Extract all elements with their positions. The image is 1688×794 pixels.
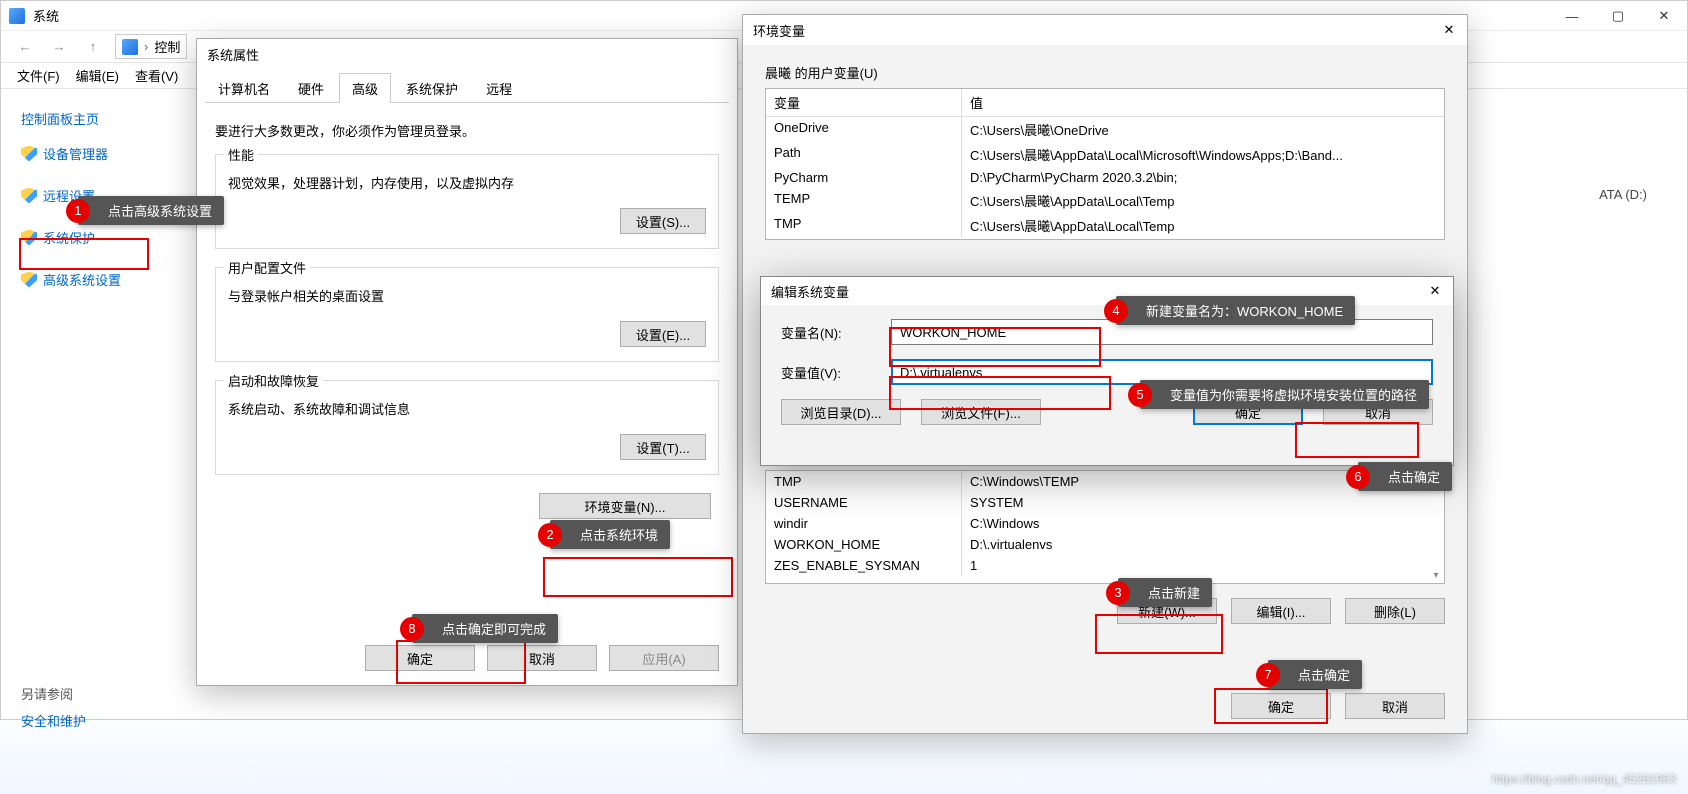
table-row: TMPC:\Users\晨曦\AppData\Local\Temp [766, 213, 1444, 238]
chevron-down-icon[interactable]: ▾ [1430, 569, 1442, 581]
sys-vars-list[interactable]: TMPC:\Windows\TEMP USERNAMESYSTEM windir… [765, 470, 1445, 584]
forward-icon[interactable]: → [47, 35, 71, 59]
group-performance: 性能 视觉效果，处理器计划，内存使用，以及虚拟内存 设置(S)... [215, 154, 719, 249]
edit-button[interactable]: 编辑(I)... [1231, 598, 1331, 624]
sysprops-ok-button[interactable]: 确定 [365, 645, 475, 671]
col-value: 值 [962, 89, 1444, 116]
system-left-pane: 控制面板主页 设备管理器 远程设置 系统保护 高级系统设置 另请参阅 安全和维护 [1, 91, 201, 719]
shield-icon [21, 188, 37, 204]
startup-desc: 系统启动、系统故障和调试信息 [228, 399, 706, 418]
tab-remote[interactable]: 远程 [473, 73, 525, 103]
admin-note: 要进行大多数更改，你必须作为管理员登录。 [215, 121, 719, 140]
system-icon [9, 8, 25, 24]
control-panel-home[interactable]: 控制面板主页 [21, 109, 181, 128]
back-icon[interactable]: ← [13, 35, 37, 59]
sys-vars-buttons: 新建(W)... 编辑(I)... 删除(L) [765, 598, 1445, 624]
callout-3: 3点击新建 [1118, 578, 1212, 607]
profile-settings-button[interactable]: 设置(E)... [620, 321, 706, 347]
menu-view[interactable]: 查看(V) [129, 64, 184, 87]
close-icon[interactable]: ✕ [1427, 283, 1443, 299]
table-row: OneDriveC:\Users\晨曦\OneDrive [766, 117, 1444, 142]
menu-file[interactable]: 文件(F) [11, 64, 66, 87]
system-properties-dialog: 系统属性 计算机名 硬件 高级 系统保护 远程 要进行大多数更改，你必须作为管理… [196, 38, 738, 686]
close-button[interactable]: ✕ [1641, 1, 1687, 31]
up-icon[interactable]: ↑ [81, 35, 105, 59]
address-text: 控制 [154, 37, 180, 56]
callout-5: 5变量值为你需要将虚拟环境安装位置的路径 [1140, 380, 1429, 409]
profile-desc: 与登录帐户相关的桌面设置 [228, 286, 706, 305]
watermark: https://blog.csdn.net/qq_45261963 [1492, 772, 1676, 786]
startup-settings-button[interactable]: 设置(T)... [620, 434, 706, 460]
callout-1: 1点击高级系统设置 [78, 196, 224, 225]
maximize-button[interactable]: ▢ [1595, 1, 1641, 31]
sysprops-apply-button[interactable]: 应用(A) [609, 645, 719, 671]
perf-legend: 性能 [224, 145, 258, 164]
table-row: PyCharmD:\PyCharm\PyCharm 2020.3.2\bin; [766, 167, 1444, 188]
tab-computer-name[interactable]: 计算机名 [205, 73, 283, 103]
envdlg-cancel-button[interactable]: 取消 [1345, 693, 1445, 719]
callout-2: 2点击系统环境 [550, 520, 670, 549]
table-row: windirC:\Windows [766, 513, 1444, 534]
system-protection-link[interactable]: 系统保护 [43, 228, 95, 247]
tab-protection[interactable]: 系统保护 [393, 73, 471, 103]
col-variable: 变量 [766, 89, 962, 116]
user-vars-list[interactable]: 变量 值 OneDriveC:\Users\晨曦\OneDrive PathC:… [765, 88, 1445, 240]
callout-4: 4新建变量名为：WORKON_HOME [1116, 296, 1355, 325]
perf-desc: 视觉效果，处理器计划，内存使用，以及虚拟内存 [228, 173, 706, 192]
envdlg-title-bar: 环境变量 ✕ [743, 15, 1467, 45]
table-row: TEMPC:\Users\晨曦\AppData\Local\Temp [766, 188, 1444, 213]
advanced-system-settings-link[interactable]: 高级系统设置 [43, 270, 121, 289]
minimize-button[interactable]: — [1549, 1, 1595, 31]
tab-advanced[interactable]: 高级 [339, 73, 391, 103]
device-manager-link[interactable]: 设备管理器 [43, 144, 108, 163]
drive-hint: ATA (D:) [1599, 187, 1647, 202]
sysprops-cancel-button[interactable]: 取消 [487, 645, 597, 671]
tab-hardware[interactable]: 硬件 [285, 73, 337, 103]
pc-icon [122, 39, 138, 55]
envdlg-ok-button[interactable]: 确定 [1231, 693, 1331, 719]
callout-6: 6点击确定 [1358, 462, 1452, 491]
group-profile: 用户配置文件 与登录帐户相关的桌面设置 设置(E)... [215, 267, 719, 362]
browse-dir-button[interactable]: 浏览目录(D)... [781, 399, 901, 425]
startup-legend: 启动和故障恢复 [224, 371, 323, 390]
perf-settings-button[interactable]: 设置(S)... [620, 208, 706, 234]
menu-edit[interactable]: 编辑(E) [70, 64, 125, 87]
editdlg-title: 编辑系统变量 [771, 282, 849, 301]
sysprops-tabs: 计算机名 硬件 高级 系统保护 远程 [205, 73, 729, 103]
user-vars-label: 晨曦 的用户变量(U) [765, 63, 1467, 82]
shield-icon [21, 272, 37, 288]
envdlg-title: 环境变量 [753, 21, 805, 40]
callout-8: 8点击确定即可完成 [412, 614, 558, 643]
address-box[interactable]: › 控制 [115, 34, 187, 59]
close-icon[interactable]: ✕ [1441, 22, 1457, 38]
table-row: ZES_ENABLE_SYSMAN1 [766, 555, 1444, 576]
shield-icon [21, 146, 37, 162]
sysprops-title: 系统属性 [197, 39, 737, 69]
system-title: 系统 [33, 6, 59, 25]
var-name-label: 变量名(N): [781, 323, 891, 342]
var-value-label: 变量值(V): [781, 363, 891, 382]
table-row: PathC:\Users\晨曦\AppData\Local\Microsoft\… [766, 142, 1444, 167]
env-vars-button[interactable]: 环境变量(N)... [539, 493, 711, 519]
shield-icon [21, 230, 37, 246]
browse-file-button[interactable]: 浏览文件(F)... [921, 399, 1041, 425]
callout-7: 7点击确定 [1268, 660, 1362, 689]
profile-legend: 用户配置文件 [224, 258, 310, 277]
table-row: WORKON_HOMED:\.virtualenvs [766, 534, 1444, 555]
security-maintenance-link[interactable]: 安全和维护 [21, 711, 181, 730]
see-also-label: 另请参阅 [21, 684, 181, 703]
table-row: TMPC:\Windows\TEMP [766, 471, 1444, 492]
table-row: USERNAMESYSTEM [766, 492, 1444, 513]
delete-button[interactable]: 删除(L) [1345, 598, 1445, 624]
group-startup: 启动和故障恢复 系统启动、系统故障和调试信息 设置(T)... [215, 380, 719, 475]
